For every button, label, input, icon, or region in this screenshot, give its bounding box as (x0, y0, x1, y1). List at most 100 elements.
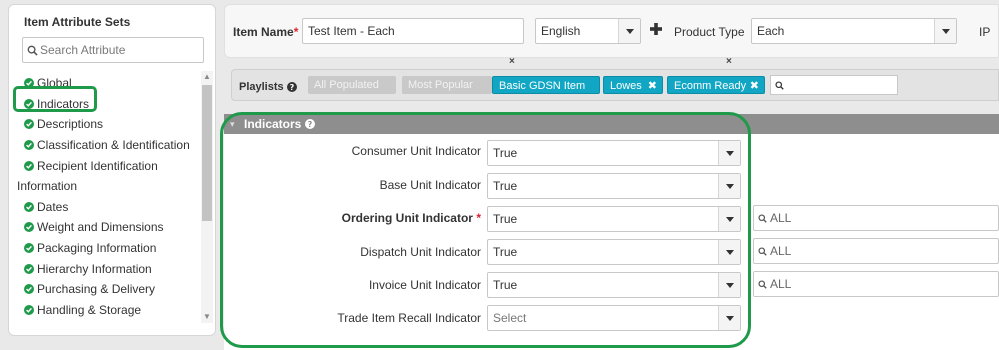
check-circle-icon (24, 98, 34, 109)
playlist-chip-all-populated[interactable]: All Populated (308, 76, 396, 94)
search-icon (775, 80, 784, 90)
search-icon (758, 246, 767, 256)
base-unit-indicator-label: Base Unit Indicator (379, 178, 481, 192)
check-circle-icon (24, 222, 34, 233)
playlist-search-input[interactable] (770, 75, 898, 95)
select-value: True (493, 179, 518, 193)
language-select[interactable]: English (535, 18, 641, 44)
playlists-bar: Playlists ? All Populated Most Popular B… (231, 69, 999, 101)
playlist-chip-lowes[interactable]: Lowes ✖ (603, 76, 663, 94)
sidebar-item-label: Dates (37, 199, 69, 214)
product-type-label: Product Type (674, 25, 745, 39)
dispatch-unit-indicator-select[interactable]: True (487, 239, 741, 265)
clear-product-type-icon[interactable]: × (726, 56, 732, 67)
sidebar-item-label: Recipient Identification (37, 158, 158, 173)
playlists-label-text: Playlists (239, 81, 284, 93)
chevron-down-icon[interactable] (718, 141, 740, 165)
sidebar-item-handling-storage[interactable]: Handling & Storage (24, 300, 200, 321)
product-type-value: Each (757, 24, 785, 38)
chip-label: Ecomm Ready (674, 80, 747, 92)
sidebar-item-weight-dimensions[interactable]: Weight and Dimensions (24, 217, 200, 238)
base-unit-indicator-select[interactable]: True (487, 173, 741, 199)
scroll-down-icon[interactable]: ▼ (201, 311, 213, 323)
sidebar-item-label: Classification & Identification (37, 138, 190, 153)
sidebar-item-label: Global (37, 76, 72, 91)
ordering-unit-all-input[interactable]: ALL (753, 205, 999, 231)
chip-label: All Populated (314, 79, 379, 91)
sidebar-item-purchasing[interactable]: Purchasing & Delivery (24, 279, 200, 300)
ip-label: IP (979, 25, 991, 39)
search-attribute-placeholder: Search Attribute (40, 43, 126, 57)
chevron-down-icon[interactable] (718, 174, 740, 198)
sidebar-item-global[interactable]: Global (24, 73, 200, 94)
help-circle-icon[interactable]: ? (305, 119, 316, 129)
ordering-unit-indicator-select[interactable]: True (487, 206, 741, 232)
collapse-arrow-icon[interactable]: ▾ (230, 114, 235, 134)
invoice-unit-indicator-select[interactable]: True (487, 272, 741, 298)
chevron-down-icon[interactable] (718, 207, 740, 231)
attribute-sets-panel: Item Attribute Sets Search Attribute Glo… (8, 4, 216, 336)
sidebar-item-label: Weight and Dimensions (37, 220, 164, 235)
check-circle-icon (24, 78, 34, 89)
item-name-input[interactable]: Test Item - Each (302, 18, 524, 44)
sidebar-item-indicators[interactable]: Indicators (24, 94, 200, 115)
playlist-chip-most-popular[interactable]: Most Popular (402, 76, 492, 94)
all-scope-value: ALL (770, 211, 792, 225)
all-scope-value: ALL (770, 277, 792, 291)
sidebar-item-label: Hierarchy Information (37, 261, 152, 276)
sidebar-item-label: Indicators (37, 96, 90, 111)
indicators-section-header[interactable]: ▾ Indicators ? (224, 114, 999, 134)
language-select-value: English (541, 24, 581, 38)
search-attribute-input[interactable]: Search Attribute (22, 37, 204, 63)
check-circle-icon (24, 140, 34, 151)
help-circle-icon[interactable]: ? (286, 82, 297, 92)
check-circle-icon (24, 304, 34, 315)
sidebar-item-classification[interactable]: Classification & Identification (24, 135, 200, 156)
sidebar-item-information[interactable]: Information (17, 176, 200, 197)
search-icon (27, 45, 38, 56)
chip-label: Most Popular (408, 79, 473, 91)
check-circle-icon (24, 284, 34, 295)
sidebar-item-descriptions[interactable]: Descriptions (24, 114, 200, 135)
chevron-down-icon[interactable] (934, 19, 956, 43)
chevron-down-icon[interactable] (718, 306, 740, 330)
sidebar-scrollbar[interactable]: ▲ ▼ (201, 71, 213, 323)
select-value: True (493, 245, 518, 259)
invoice-unit-indicator-label: Invoice Unit Indicator (368, 278, 481, 292)
search-icon (758, 213, 767, 223)
required-mark: * (476, 211, 481, 225)
trade-item-recall-indicator-select[interactable]: Select (487, 305, 741, 331)
select-value: True (493, 146, 518, 160)
remove-chip-icon[interactable]: ✖ (648, 77, 657, 95)
required-mark: * (293, 25, 299, 39)
check-circle-icon (24, 160, 34, 171)
plus-icon[interactable] (649, 22, 663, 36)
chevron-down-icon[interactable] (718, 240, 740, 264)
sidebar-item-dates[interactable]: Dates (24, 197, 200, 218)
check-circle-icon (24, 243, 34, 254)
chevron-down-icon[interactable] (618, 19, 640, 43)
consumer-unit-indicator-select[interactable]: True (487, 140, 741, 166)
product-type-select[interactable]: Each (751, 18, 957, 44)
sidebar-item-hierarchy[interactable]: Hierarchy Information (24, 258, 200, 279)
attribute-sets-title: Item Attribute Sets (24, 15, 131, 29)
select-value: True (493, 278, 518, 292)
remove-chip-icon[interactable]: ✖ (750, 77, 759, 95)
chevron-down-icon[interactable] (718, 273, 740, 297)
invoice-unit-all-input[interactable]: ALL (753, 271, 999, 297)
sidebar-item-packaging[interactable]: Packaging Information (24, 238, 200, 259)
clear-language-icon[interactable]: × (509, 56, 515, 67)
attribute-set-list: Global Indicators Descriptions Classific… (17, 73, 200, 321)
dispatch-unit-indicator-label: Dispatch Unit Indicator (360, 245, 481, 259)
consumer-unit-indicator-label: Consumer Unit Indicator (351, 144, 481, 158)
ordering-unit-indicator-label: Ordering Unit Indicator * (342, 211, 481, 225)
playlist-chip-ecomm-ready[interactable]: Ecomm Ready ✖ (667, 76, 765, 94)
sidebar-item-recipient-identification[interactable]: Recipient Identification (24, 155, 200, 176)
indicators-section-title: Indicators ? (244, 114, 316, 134)
chip-label: Lowes (610, 80, 642, 92)
scroll-up-icon[interactable]: ▲ (201, 71, 213, 83)
scrollbar-thumb[interactable] (202, 85, 212, 221)
playlist-chip-basic-gdsn[interactable]: Basic GDSN Item (492, 76, 600, 94)
indicators-section-title-text: Indicators (244, 117, 302, 131)
dispatch-unit-all-input[interactable]: ALL (753, 238, 999, 264)
